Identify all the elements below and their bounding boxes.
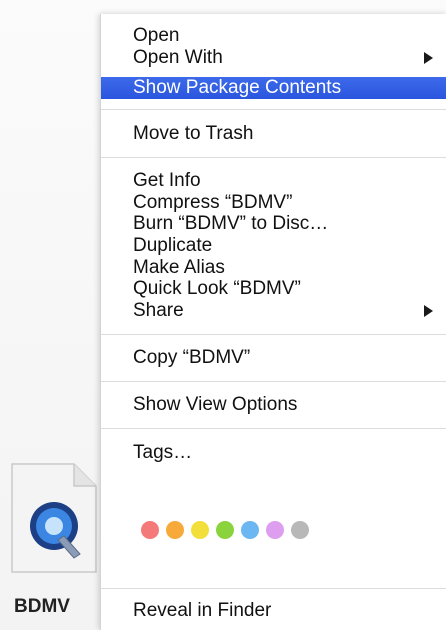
menu-item-get-info[interactable]: Get Info xyxy=(101,170,446,192)
file-name-label[interactable]: BDMV xyxy=(14,596,70,618)
tag-orange[interactable] xyxy=(166,521,184,539)
menu-separator xyxy=(101,109,446,110)
menu-item-compress[interactable]: Compress “BDMV” xyxy=(101,192,446,214)
menu-item-duplicate[interactable]: Duplicate xyxy=(101,235,446,257)
menu-item-quick-look[interactable]: Quick Look “BDMV” xyxy=(101,278,446,300)
menu-item-label: Share xyxy=(133,300,184,321)
tag-gray[interactable] xyxy=(291,521,309,539)
menu-item-copy[interactable]: Copy “BDMV” xyxy=(101,347,446,369)
menu-item-burn[interactable]: Burn “BDMV” to Disc… xyxy=(101,213,446,235)
menu-separator xyxy=(101,381,446,382)
menu-item-reveal-in-finder[interactable]: Reveal in Finder xyxy=(101,600,446,622)
menu-item-show-package-contents[interactable]: Show Package Contents xyxy=(101,77,446,99)
menu-item-label: Open With xyxy=(133,47,223,68)
tag-purple[interactable] xyxy=(266,521,284,539)
menu-item-show-view-options[interactable]: Show View Options xyxy=(101,394,446,416)
chevron-right-icon xyxy=(424,52,433,64)
menu-separator xyxy=(101,588,446,589)
menu-separator xyxy=(101,157,446,158)
tag-red[interactable] xyxy=(141,521,159,539)
menu-item-tags[interactable]: Tags… xyxy=(101,442,446,464)
menu-separator xyxy=(101,428,446,429)
tag-green[interactable] xyxy=(216,521,234,539)
tag-blue[interactable] xyxy=(241,521,259,539)
menu-item-open-with[interactable]: Open With xyxy=(101,47,446,69)
menu-separator xyxy=(101,334,446,335)
chevron-right-icon xyxy=(424,305,433,317)
menu-item-move-to-trash[interactable]: Move to Trash xyxy=(101,123,446,145)
menu-item-open[interactable]: Open xyxy=(101,25,446,47)
menu-item-make-alias[interactable]: Make Alias xyxy=(101,257,446,279)
tag-yellow[interactable] xyxy=(191,521,209,539)
menu-item-share[interactable]: Share xyxy=(101,300,446,322)
quicktime-file-icon[interactable] xyxy=(8,462,98,574)
